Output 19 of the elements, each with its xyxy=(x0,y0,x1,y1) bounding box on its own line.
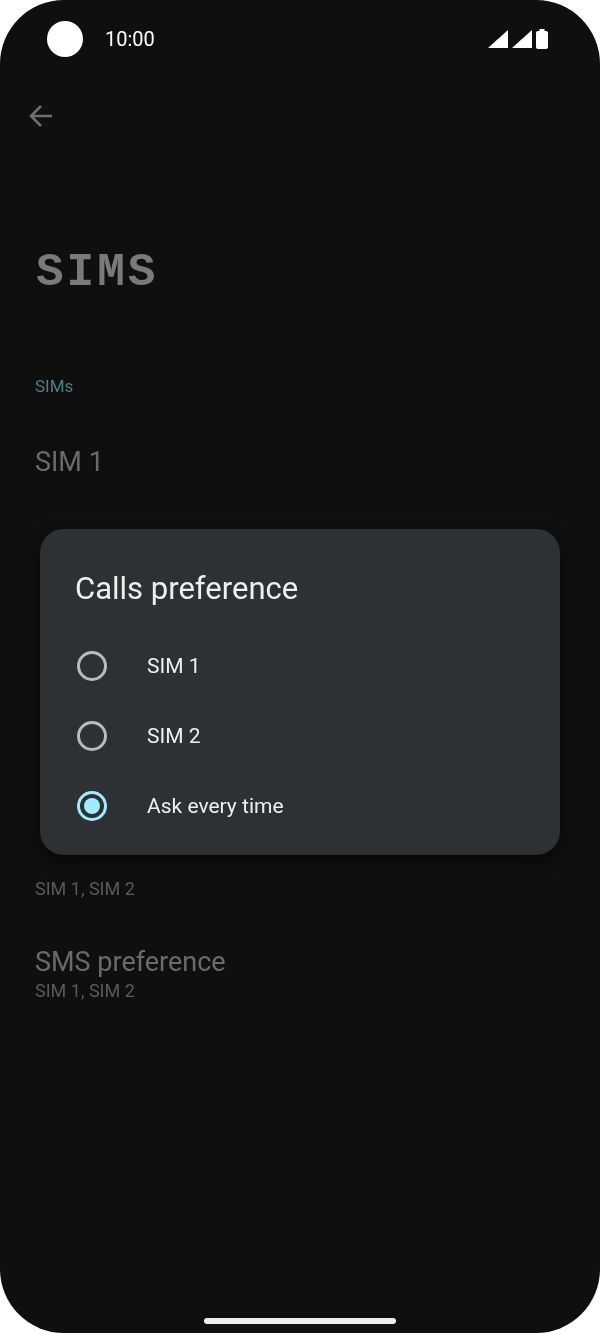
radio-option[interactable]: Ask every time xyxy=(75,771,284,841)
battery-icon xyxy=(536,29,548,49)
radio-option[interactable]: SIM 2 xyxy=(75,701,284,771)
radio-button[interactable] xyxy=(77,721,107,751)
setting-summary: SIM 1, SIM 2 xyxy=(35,878,135,900)
back-arrow-icon[interactable] xyxy=(28,104,54,128)
radio-button[interactable] xyxy=(77,791,107,821)
section-header: SIMs xyxy=(35,376,74,396)
setting-title[interactable]: SIM 1 xyxy=(35,446,104,478)
radio-button[interactable] xyxy=(77,651,107,681)
camera-cutout xyxy=(47,21,83,57)
signal-icon xyxy=(512,30,532,48)
radio-option[interactable]: SIM 1 xyxy=(75,631,284,701)
signal-icon xyxy=(488,30,508,48)
setting-summary: SIM 1, SIM 2 xyxy=(35,980,135,1002)
clock-time: 10:00 xyxy=(105,27,155,51)
setting-title[interactable]: SMS preference xyxy=(35,946,226,978)
dialog-title: Calls preference xyxy=(75,569,299,609)
page-title: SIMS xyxy=(36,250,159,296)
